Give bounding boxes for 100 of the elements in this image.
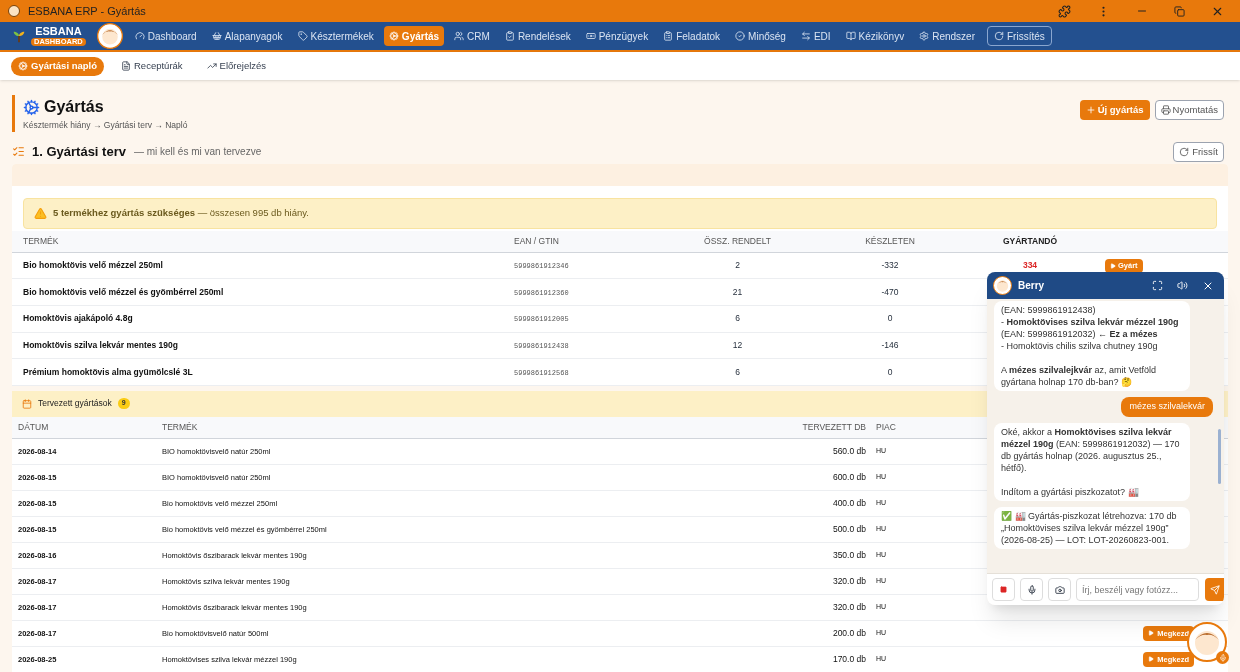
nav-tab[interactable]: Minőség: [730, 26, 791, 46]
refresh-button[interactable]: Frissít: [1173, 141, 1224, 162]
print-button[interactable]: Nyomtatás: [1154, 100, 1224, 120]
gear-icon: [388, 31, 399, 41]
microphone-button[interactable]: [1020, 578, 1043, 601]
send-button[interactable]: [1205, 578, 1224, 601]
camera-icon: [1054, 584, 1065, 595]
arrows-icon: [800, 31, 811, 41]
column-header: ÖSSZ. RENDELT: [704, 235, 771, 246]
nav-tab[interactable]: Feladatok: [658, 26, 726, 46]
extension-icon[interactable]: [1058, 4, 1071, 18]
planned-title: Tervezett gyártások: [38, 397, 112, 411]
product-name: Bio homoktövis velő mézzel és gyömbérrel 250ml: [23, 286, 224, 297]
ordered-count: 6: [735, 313, 740, 324]
window-title: ESBANA ERP - Gyártás: [28, 3, 146, 19]
quantity-cell: 320.0 db: [832, 575, 866, 586]
send-icon: [1209, 584, 1220, 595]
column-header: TERVEZETT DB: [802, 421, 866, 432]
restore-icon[interactable]: [1174, 5, 1185, 17]
play-icon: [1148, 630, 1155, 637]
gear-icon: [23, 98, 40, 116]
app-icon: [8, 5, 20, 17]
column-header: EAN / GTIN: [514, 235, 559, 246]
nav-tab[interactable]: Rendelések: [499, 26, 576, 46]
stock-count: 0: [887, 313, 893, 324]
nav-tab[interactable]: EDI: [795, 26, 836, 46]
subnav-tab[interactable]: Előrejelzés: [199, 56, 274, 76]
subnav-tab[interactable]: Receptúrák: [114, 56, 190, 76]
quantity-cell: 170.0 db: [832, 653, 866, 664]
brand-name: ESBANA: [35, 26, 82, 38]
alert-text: 5 termékhez gyártás szükséges — összesen 995 db hiány.: [53, 206, 309, 221]
quantity-cell: 600.0 db: [832, 471, 866, 482]
bot-message: Oké, akkor a Homoktövises szilva lekvár mézzel 190g (EAN: 5999861912032) — 170 db gyártás holnap (2026. augusztus 25., hétfő). Indítom a gyártási piszkozatot? 🏭: [994, 422, 1190, 501]
breadcrumb: Késztermék hiány → Gyártási terv → Napló: [23, 119, 188, 132]
chat-title: Berry: [1018, 279, 1045, 293]
bot-message: ✅ 🏭 Gyártás-piszkozat létrehozva: 170 db „Homoktövises szilva lekvár mézzel 190g” (2026-08-25) — LOT: LOT-20260823-001.: [994, 506, 1190, 549]
stock-count: 0: [887, 366, 893, 377]
list-icon: [12, 145, 25, 159]
refresh-button[interactable]: Frissítés: [987, 26, 1052, 46]
clipboard-icon: [663, 31, 674, 41]
to-produce-count: 334: [1022, 260, 1038, 271]
product-name: Prémium homoktövis alma gyümölcslé 3L: [23, 366, 193, 377]
printer-icon: [1160, 105, 1171, 115]
product-name: Homoktövis szilva lekvár mentes 190g: [23, 339, 178, 350]
quantity-cell: 320.0 db: [832, 601, 866, 612]
scrollbar-thumb: [1218, 429, 1221, 484]
tag-icon: [297, 31, 308, 41]
ordered-count: 2: [735, 260, 740, 271]
assistant-launcher[interactable]: [1187, 622, 1227, 662]
bot-message: (EAN: 5999861912438) - Homoktövises szilva lekvár mézzel 190g (EAN: 5999861912032) ← Ez a mézes - Homoktövis chilis szilva chutney 190g A mézes szilvalejkvár az, amit Vetföld gyártana holnap 170 db-ban? 🤔: [994, 301, 1190, 391]
check-circle-icon: [735, 31, 746, 41]
basket-icon: [211, 31, 222, 41]
nav-tab[interactable]: Dashboard: [129, 26, 202, 46]
quantity-cell: 560.0 db: [832, 445, 866, 456]
users-icon: [454, 31, 465, 41]
column-header: PIAC: [876, 421, 896, 432]
ordered-count: 21: [732, 286, 743, 297]
quantity-cell: 400.0 db: [832, 497, 866, 508]
nav-tab[interactable]: Késztermékek: [292, 26, 379, 46]
nav-tab[interactable]: CRM: [449, 26, 495, 46]
banknote-icon: [585, 31, 596, 41]
trend-chart-icon: [206, 61, 217, 71]
column-header: KÉSZLETEN: [865, 235, 915, 246]
stop-icon: [1000, 586, 1007, 593]
mascot-avatar-icon: [993, 276, 1012, 295]
column-header: DÁTUM: [18, 421, 49, 432]
stock-count: -332: [881, 260, 899, 271]
page-title: Gyártás: [44, 97, 104, 117]
nav-tab[interactable]: Rendszer: [914, 26, 980, 46]
column-header: GYÁRTANDÓ: [1002, 235, 1058, 246]
nav-tab[interactable]: Alapanyagok: [206, 26, 288, 46]
product-name: Homoktövis ajakápoló 4.8g: [23, 313, 133, 324]
warning-icon: [34, 206, 47, 220]
microphone-icon: [1026, 584, 1037, 595]
settings-icon: [919, 31, 930, 41]
camera-button[interactable]: [1048, 578, 1071, 601]
stock-count: -470: [881, 286, 899, 297]
ordered-count: 6: [735, 366, 740, 377]
nav-tab[interactable]: Kézikönyv: [840, 26, 910, 46]
sprout-logo-icon: [12, 29, 26, 43]
message-input[interactable]: Írj, beszélj vagy fotózz...: [1076, 578, 1199, 601]
product-name: Bio homoktövis velő mézzel 250ml: [23, 260, 163, 271]
gauge-icon: [134, 31, 145, 41]
section-title: 1. Gyártási terv: [32, 143, 126, 161]
refresh-icon: [1179, 146, 1190, 157]
book-icon: [845, 31, 856, 41]
nav-tab[interactable]: Pénzügyek: [580, 26, 654, 46]
speaker-icon[interactable]: [1177, 280, 1188, 291]
quantity-cell: 500.0 db: [832, 523, 866, 534]
play-icon: [1148, 656, 1155, 663]
column-header: TERMÉK: [23, 235, 59, 246]
play-icon: [1110, 262, 1116, 269]
expand-icon[interactable]: [1152, 280, 1163, 291]
stock-count: -146: [881, 339, 899, 350]
ordered-count: 12: [732, 339, 743, 350]
document-icon: [121, 61, 131, 71]
user-message: mézes szilvalekvár: [1121, 397, 1213, 417]
refresh-icon: [994, 31, 1004, 41]
stop-button[interactable]: [992, 578, 1015, 601]
quantity-cell: 200.0 db: [832, 627, 866, 638]
